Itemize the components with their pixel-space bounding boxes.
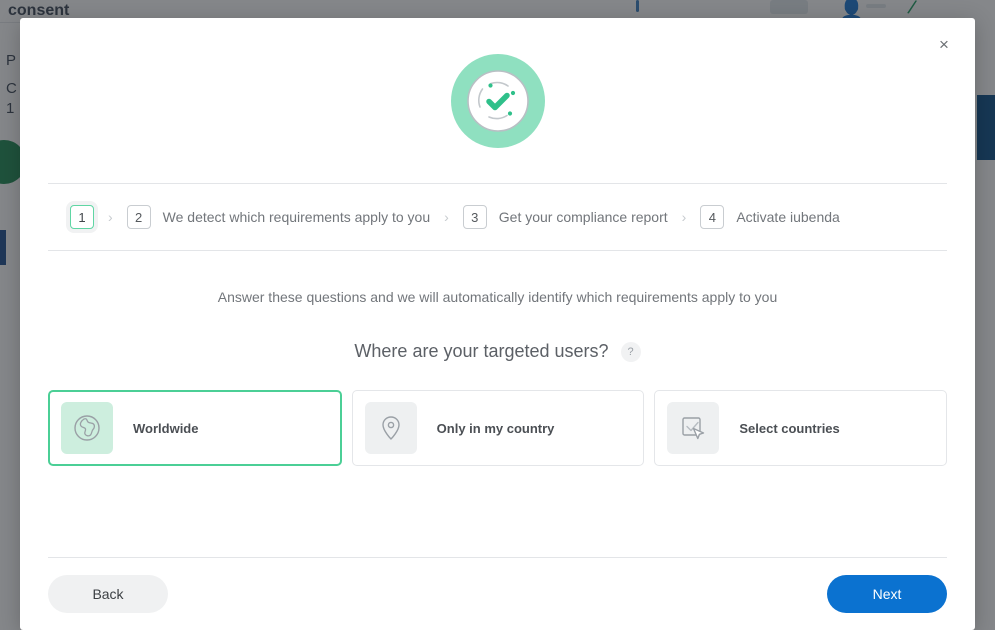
step-3[interactable]: 3 Get your compliance report xyxy=(462,205,668,229)
step-1-number: 1 xyxy=(70,205,94,229)
help-icon[interactable]: ? xyxy=(620,341,641,362)
step-indicator: 1 › 2 We detect which requirements apply… xyxy=(48,183,947,251)
step-2-number: 2 xyxy=(126,205,151,229)
option-worldwide[interactable]: Worldwide xyxy=(48,390,342,466)
question-row: Where are your targeted users? ? xyxy=(20,341,975,362)
next-button[interactable]: Next xyxy=(827,575,947,613)
close-icon[interactable]: × xyxy=(931,32,957,58)
chevron-right-icon-1: › xyxy=(108,209,113,225)
step-2[interactable]: 2 We detect which requirements apply to … xyxy=(126,205,431,229)
onboarding-modal: × 1 › 2 We detect which requirements app… xyxy=(20,18,975,630)
step-4[interactable]: 4 Activate iubenda xyxy=(700,205,840,229)
check-circle-progress-icon xyxy=(450,54,545,148)
modal-footer: Back Next xyxy=(48,557,947,630)
option-worldwide-label: Worldwide xyxy=(133,420,199,436)
option-list: Worldwide Only in my country Select coun… xyxy=(48,390,948,466)
step-2-label: We detect which requirements apply to yo… xyxy=(162,209,431,225)
option-only-my-country[interactable]: Only in my country xyxy=(351,390,645,466)
back-button[interactable]: Back xyxy=(48,575,168,613)
globe-icon xyxy=(61,402,113,454)
step-3-label: Get your compliance report xyxy=(498,209,668,225)
step-3-number: 3 xyxy=(462,205,487,229)
hero-illustration xyxy=(20,18,975,148)
checkbox-cursor-icon xyxy=(667,402,720,454)
chevron-right-icon-2: › xyxy=(444,209,449,225)
option-select-countries[interactable]: Select countries xyxy=(654,390,948,466)
step-4-number: 4 xyxy=(700,205,725,229)
option-only-my-country-label: Only in my country xyxy=(436,420,555,436)
option-select-countries-label: Select countries xyxy=(739,420,840,436)
question-title: Where are your targeted users? xyxy=(354,341,609,361)
chevron-right-icon-3: › xyxy=(681,209,687,225)
step-4-label: Activate iubenda xyxy=(736,209,840,225)
intro-text: Answer these questions and we will autom… xyxy=(217,289,778,305)
step-1[interactable]: 1 xyxy=(70,205,94,229)
map-pin-icon xyxy=(364,402,417,454)
